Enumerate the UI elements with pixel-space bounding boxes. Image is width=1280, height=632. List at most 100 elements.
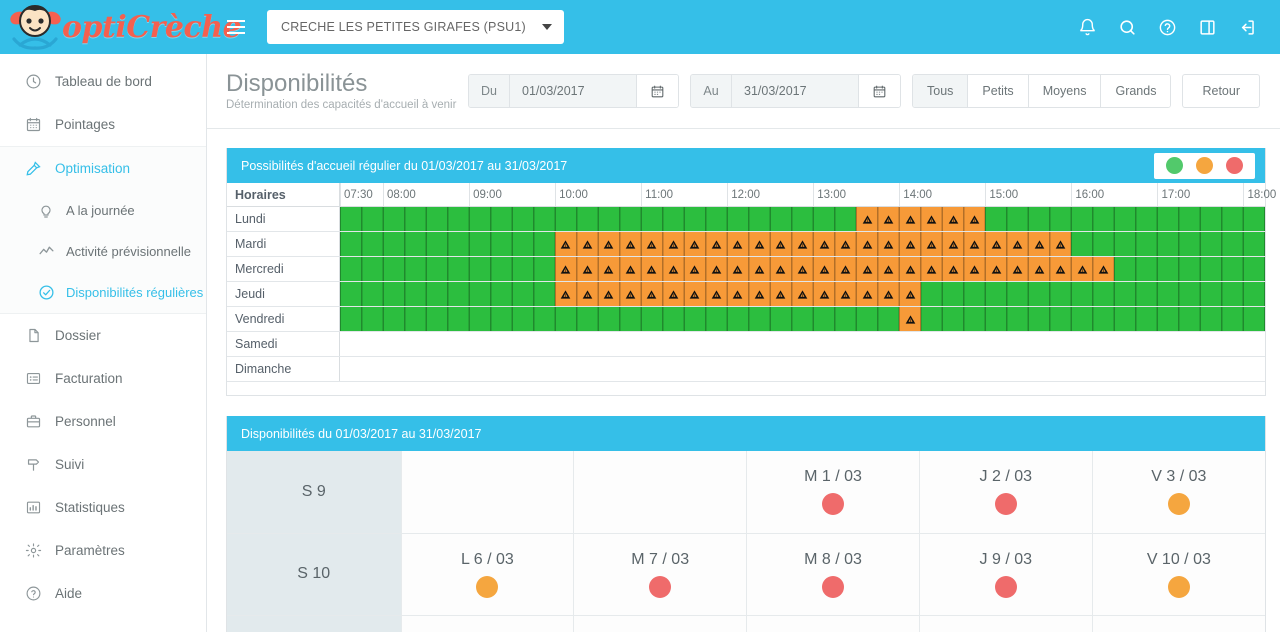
availability-panel-title: Disponibilités du 01/03/2017 au 31/03/20… <box>241 426 482 441</box>
availability-week-label: S 9 <box>227 451 402 534</box>
timeline-day-track[interactable] <box>340 307 1265 331</box>
timeline-day-track[interactable] <box>340 207 1265 231</box>
brand-logo-area[interactable]: optiCrèche <box>0 0 242 54</box>
page-titles: Disponibilités Détermination des capacit… <box>226 71 456 112</box>
invoice-icon <box>22 368 44 390</box>
availability-day-cell[interactable] <box>401 451 575 534</box>
site-selector[interactable]: CRECHE LES PETITES GIRAFES (PSU1) <box>267 10 564 44</box>
sidebar-item-pointages[interactable]: Pointages <box>0 103 206 146</box>
signpost-icon <box>22 454 44 476</box>
availability-day-cell[interactable]: J 2 / 03 <box>919 451 1093 534</box>
date-to-field[interactable]: Au 31/03/2017 <box>690 74 902 108</box>
date-from-calendar-icon[interactable] <box>636 75 679 107</box>
sidebar-item-parametres[interactable]: Paramètres <box>0 529 206 572</box>
availability-day-cell[interactable] <box>746 615 920 632</box>
date-from-field[interactable]: Du 01/03/2017 <box>468 74 680 108</box>
baby-logo-icon <box>10 5 61 50</box>
sidebar-item-optimisation[interactable]: Optimisation <box>0 147 206 190</box>
timeline-day-track[interactable] <box>340 282 1265 306</box>
date-to-calendar-icon[interactable] <box>858 75 901 107</box>
sidebar-item-facturation[interactable]: Facturation <box>0 357 206 400</box>
availability-day-cell[interactable]: V 10 / 03 <box>1092 533 1265 616</box>
timeline-tick: 07:30 <box>340 183 373 206</box>
briefcase-icon <box>22 411 44 433</box>
date-from-value[interactable]: 01/03/2017 <box>510 75 637 107</box>
status-dot-red <box>994 493 1017 516</box>
sidebar-item-label: Aide <box>55 586 83 601</box>
timeline-header-label: Horaires <box>227 183 340 206</box>
status-dot-orange <box>1167 575 1190 598</box>
sidebar-subitem-activite-previsionnelle[interactable]: Activité prévisionnelle <box>0 231 206 272</box>
status-dot-red <box>649 575 672 598</box>
availability-day-cell[interactable]: V 3 / 03 <box>1092 451 1265 534</box>
availability-day-cell[interactable] <box>919 615 1093 632</box>
filter-moyens[interactable]: Moyens <box>1028 75 1102 107</box>
availability-status-wrap <box>403 575 573 598</box>
sidebar-subitem-disponibilites-regulieres[interactable]: Disponibilités régulières <box>0 272 206 313</box>
availability-day-cell[interactable]: J 9 / 03 <box>919 533 1093 616</box>
timeline-day-track[interactable] <box>340 357 1265 381</box>
timeline-header-row: Horaires 07:30 08:00 09:00 10:00 11:00 12:00 1… <box>227 183 1276 207</box>
sidebar-item-aide[interactable]: Aide <box>0 572 206 615</box>
date-to-label: Au <box>691 75 733 107</box>
availability-status-wrap <box>748 575 918 598</box>
timeline-quarter-gridlines <box>340 257 1265 281</box>
timeline-tick: 13:00 <box>813 183 846 206</box>
sidebar-item-statistiques[interactable]: Statistiques <box>0 486 206 529</box>
capacity-legend <box>1154 152 1255 179</box>
sidebar-subitem-a-la-journee[interactable]: A la journée <box>0 190 206 231</box>
notifications-icon[interactable] <box>1076 16 1098 38</box>
availability-day-cell[interactable]: M 1 / 03 <box>746 451 920 534</box>
status-dot-red <box>821 575 844 598</box>
filter-grands[interactable]: Grands <box>1101 75 1171 107</box>
timeline-quarter-gridlines <box>340 207 1265 231</box>
availability-day-label: M 7 / 03 <box>631 550 690 568</box>
filter-tous[interactable]: Tous <box>913 75 969 107</box>
age-group-filter: Tous Petits Moyens Grands <box>912 74 1172 108</box>
content-scroll-area: Possibilités d'accueil régulier du 01/03… <box>207 129 1280 632</box>
status-dot-orange <box>1167 493 1190 516</box>
availability-day-label: J 9 / 03 <box>979 550 1033 568</box>
sidebar-subitem-label: Disponibilités régulières <box>66 285 204 300</box>
availability-day-cell[interactable] <box>573 615 748 632</box>
back-button[interactable]: Retour <box>1182 74 1260 108</box>
search-icon[interactable] <box>1116 16 1138 38</box>
status-dot-red <box>1226 157 1243 174</box>
availability-day-cell[interactable] <box>1092 615 1265 632</box>
availability-day-cell[interactable]: L 6 / 03 <box>401 533 575 616</box>
capacity-panel: Possibilités d'accueil régulier du 01/03… <box>226 148 1276 396</box>
timeline-tick: 09:00 <box>469 183 502 206</box>
sidebar-item-personnel[interactable]: Personnel <box>0 400 206 443</box>
availability-status-wrap <box>921 575 1091 598</box>
availability-day-label: L 6 / 03 <box>461 550 514 568</box>
logout-icon[interactable] <box>1236 16 1258 38</box>
sidebar-subitem-label: A la journée <box>66 203 135 218</box>
availability-week-row <box>227 615 1265 632</box>
status-dot-green <box>1166 157 1183 174</box>
status-dot-red <box>821 493 844 516</box>
timeline-day-track[interactable] <box>340 232 1265 256</box>
sidebar-item-dossier[interactable]: Dossier <box>0 314 206 357</box>
panel-toggle-icon[interactable] <box>1196 16 1218 38</box>
availability-day-cell[interactable]: M 7 / 03 <box>573 533 748 616</box>
sidebar-item-label: Statistiques <box>55 500 125 515</box>
help-icon[interactable] <box>1156 16 1178 38</box>
sidebar-subitem-label: Activité prévisionnelle <box>66 244 192 259</box>
timeline-tick: 11:00 <box>641 183 673 206</box>
timeline-day-row: Lundi <box>227 207 1265 232</box>
sidebar-item-label: Pointages <box>55 117 116 132</box>
availability-day-cell[interactable] <box>573 451 748 534</box>
timeline-day-track[interactable] <box>340 257 1265 281</box>
timeline-day-track[interactable] <box>340 332 1265 356</box>
top-bar-actions <box>1076 16 1280 38</box>
availability-day-cell[interactable]: M 8 / 03 <box>746 533 920 616</box>
date-to-value[interactable]: 31/03/2017 <box>732 75 859 107</box>
availability-week-label: S 10 <box>227 533 402 616</box>
date-from-label: Du <box>469 75 511 107</box>
filter-petits[interactable]: Petits <box>968 75 1029 107</box>
menu-icon[interactable] <box>219 10 253 44</box>
sidebar-item-tableau-de-bord[interactable]: Tableau de bord <box>0 60 206 103</box>
trend-icon <box>36 242 56 262</box>
availability-day-cell[interactable] <box>401 615 575 632</box>
sidebar-item-suivi[interactable]: Suivi <box>0 443 206 486</box>
